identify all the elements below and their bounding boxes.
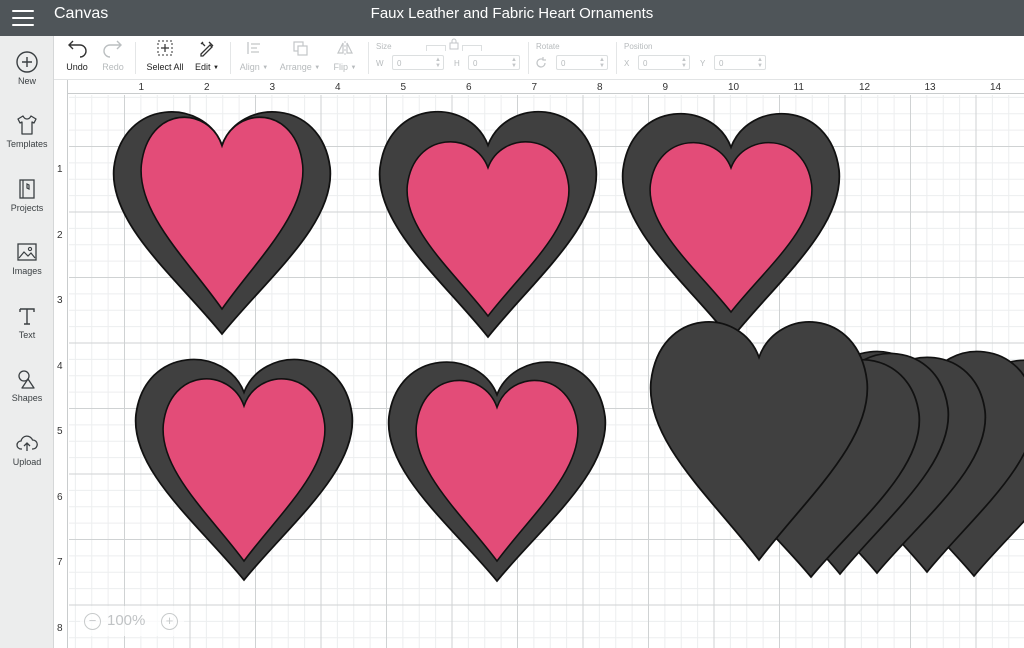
- fabric-heart[interactable]: [140, 116, 304, 310]
- select-all-button[interactable]: Select All: [142, 38, 188, 72]
- stacked-leather-hearts[interactable]: [649, 321, 1024, 578]
- edit-toolbar: Undo Redo Select All Edit ▼ Align ▼ Arra…: [54, 36, 1024, 80]
- stepper-icon[interactable]: ▲ ▼: [681, 57, 687, 69]
- height-input[interactable]: 0 ▲ ▼: [468, 55, 520, 70]
- sidebar-item-templates[interactable]: Templates: [0, 113, 54, 173]
- x-label: X: [624, 59, 630, 68]
- zoom-in-button[interactable]: +: [161, 613, 178, 630]
- sidebar-item-label: Projects: [10, 203, 44, 213]
- width-input[interactable]: 0 ▲ ▼: [392, 55, 444, 70]
- toolbar-divider: [616, 42, 617, 74]
- sidebar-item-label: Upload: [12, 457, 42, 467]
- heart-ornament[interactable]: [134, 358, 354, 581]
- shapes-layer: [112, 110, 1024, 582]
- sidebar-item-images[interactable]: Images: [0, 240, 54, 300]
- edit-tools-icon: [200, 41, 214, 57]
- toolbar-divider: [230, 42, 231, 74]
- heart-ornament[interactable]: [378, 110, 598, 338]
- rotate-input[interactable]: 0 ▲ ▼: [556, 55, 608, 70]
- left-sidebar: New Templates Projects Images Text Shape…: [0, 36, 54, 648]
- design-canvas[interactable]: 1 2 3 4 5 6 7 8 9 10 11 12 13 14 12345678: [54, 80, 1024, 648]
- rotate-icon: [536, 57, 546, 68]
- shapes-icon: [18, 370, 35, 389]
- sidebar-item-new[interactable]: New: [0, 50, 54, 110]
- flip-button[interactable]: Flip ▼: [328, 38, 362, 72]
- x-position-input[interactable]: 0 ▲ ▼: [638, 55, 690, 70]
- sidebar-item-projects[interactable]: Projects: [0, 177, 54, 237]
- size-label: Size: [376, 42, 392, 51]
- toolbar-divider: [528, 42, 529, 74]
- flip-icon: [337, 41, 353, 55]
- arrange-icon: [293, 41, 308, 56]
- position-label: Position: [624, 42, 653, 51]
- edit-button[interactable]: Edit ▼: [192, 38, 222, 72]
- sidebar-item-label: Text: [18, 330, 36, 340]
- chevron-down-icon: ▼: [262, 65, 269, 71]
- align-button[interactable]: Align ▼: [236, 38, 272, 72]
- sidebar-item-label: Images: [12, 266, 42, 276]
- select-all-icon: [157, 40, 173, 56]
- arrange-button[interactable]: Arrange ▼: [278, 38, 322, 72]
- zoom-level: 100%: [107, 612, 146, 629]
- fabric-heart[interactable]: [406, 141, 570, 317]
- top-header: Canvas Faux Leather and Fabric Heart Orn…: [0, 0, 1024, 36]
- heart-ornament[interactable]: [112, 110, 332, 335]
- chevron-down-icon: ▼: [350, 65, 357, 71]
- zoom-control: − 100% +: [80, 606, 184, 636]
- heart-ornament[interactable]: [621, 112, 841, 340]
- sidebar-item-label: Shapes: [11, 393, 43, 403]
- heart-ornament[interactable]: [387, 361, 607, 582]
- y-position-input[interactable]: 0 ▲ ▼: [714, 55, 766, 70]
- image-icon: [17, 243, 37, 261]
- plus-circle-icon: [16, 51, 38, 73]
- undo-icon: [68, 40, 87, 58]
- sidebar-item-shapes[interactable]: Shapes: [0, 367, 54, 427]
- stepper-icon[interactable]: ▲ ▼: [435, 57, 441, 69]
- zoom-out-button[interactable]: −: [84, 613, 101, 630]
- projects-icon: [19, 179, 35, 199]
- sidebar-item-label: Templates: [6, 139, 48, 149]
- cloud-upload-icon: [16, 435, 38, 451]
- chevron-down-icon: ▼: [314, 65, 321, 71]
- y-label: Y: [700, 59, 706, 68]
- sidebar-item-label: New: [17, 76, 36, 86]
- sidebar-item-upload[interactable]: Upload: [0, 431, 54, 491]
- rotate-label: Rotate: [536, 42, 560, 51]
- sidebar-item-text[interactable]: Text: [0, 304, 54, 364]
- redo-button[interactable]: Redo: [98, 38, 128, 72]
- tshirt-icon: [17, 115, 37, 135]
- chevron-down-icon: ▼: [213, 65, 219, 71]
- fabric-heart[interactable]: [415, 379, 579, 562]
- fabric-heart[interactable]: [649, 141, 813, 313]
- align-icon: [247, 42, 260, 54]
- stepper-icon[interactable]: ▲ ▼: [757, 57, 763, 69]
- text-icon: [19, 308, 35, 325]
- height-label: H: [454, 59, 460, 68]
- undo-button[interactable]: Undo: [62, 38, 92, 72]
- stepper-icon[interactable]: ▲ ▼: [599, 57, 605, 69]
- project-title: Faux Leather and Fabric Heart Ornaments: [370, 5, 654, 22]
- toolbar-divider: [368, 42, 369, 74]
- stepper-icon[interactable]: ▲ ▼: [511, 57, 517, 69]
- fabric-heart[interactable]: [162, 378, 326, 562]
- width-label: W: [376, 59, 384, 68]
- toolbar-divider: [135, 42, 136, 74]
- redo-icon: [103, 40, 122, 58]
- size-lock-icon[interactable]: [426, 38, 482, 52]
